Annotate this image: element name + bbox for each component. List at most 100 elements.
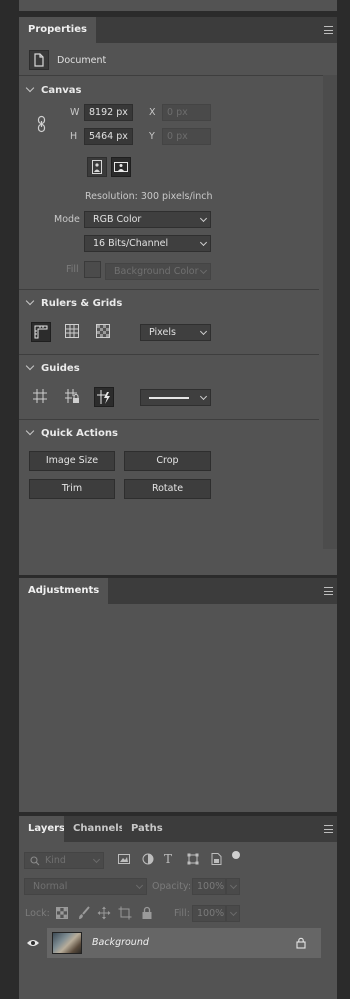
opacity-label: Opacity: (152, 881, 192, 892)
x-label: X (149, 107, 156, 118)
lock-pixels-brush-icon[interactable] (77, 906, 91, 920)
rulers-grids-section-header[interactable]: Rulers & Grids (25, 296, 123, 309)
chevron-down-icon (199, 214, 208, 223)
properties-panel: Properties Document Canvas W 8192 px X 0… (19, 17, 337, 575)
x-field[interactable]: 0 px (162, 104, 211, 121)
layer-selection-highlight (47, 928, 321, 958)
rulers-icon[interactable] (31, 322, 51, 342)
blend-mode-value: Normal (33, 881, 68, 892)
guides-title: Guides (41, 363, 80, 374)
top-panel-stub (19, 0, 337, 11)
fill-slider-toggle[interactable] (226, 905, 240, 922)
blend-mode-select[interactable]: Normal (24, 878, 147, 895)
tab-adjustments[interactable]: Adjustments (19, 578, 109, 604)
chevron-down-icon (25, 426, 35, 436)
guides-section-header[interactable]: Guides (25, 361, 80, 374)
chevron-down-icon (25, 83, 35, 93)
landscape-orientation-button[interactable] (111, 157, 131, 177)
adjustments-panel: Adjustments (19, 578, 337, 812)
ruler-units-value: Pixels (149, 327, 176, 338)
smart-object-filter-icon[interactable] (209, 852, 223, 866)
width-label: W (70, 107, 80, 118)
ruler-units-select[interactable]: Pixels (140, 324, 211, 341)
trim-button[interactable]: Trim (29, 479, 115, 499)
quick-actions-title: Quick Actions (41, 428, 118, 439)
type-layer-filter-icon[interactable]: T (164, 852, 172, 866)
smart-guides-icon[interactable] (94, 387, 114, 407)
fill-opacity-field[interactable]: 100% (192, 905, 226, 922)
fill-opacity-label: Fill: (174, 908, 190, 919)
divider (19, 354, 319, 355)
resolution-text: Resolution: 300 pixels/inch (85, 191, 213, 202)
opacity-slider-toggle[interactable] (226, 878, 240, 895)
document-row: Document (19, 43, 337, 73)
pixel-grid-icon[interactable] (94, 322, 114, 342)
lock-position-move-icon[interactable] (97, 906, 111, 920)
layers-tabbar: Layers Channels Paths (19, 816, 337, 842)
chevron-down-icon (199, 392, 208, 401)
y-label: Y (149, 131, 155, 142)
bit-depth-value: 16 Bits/Channel (93, 238, 169, 249)
chevron-down-icon (229, 908, 238, 917)
line-style-preview (149, 397, 189, 399)
quick-actions-section-header[interactable]: Quick Actions (25, 426, 118, 439)
layer-name[interactable]: Background (92, 937, 149, 948)
guide-style-select[interactable] (140, 389, 211, 406)
lock-artboard-icon[interactable] (118, 906, 132, 920)
fill-swatch[interactable] (84, 261, 101, 278)
fill-select[interactable]: Background Color (105, 263, 211, 280)
guides-icon[interactable] (31, 387, 51, 407)
crop-button[interactable]: Crop (124, 451, 211, 471)
portrait-orientation-button[interactable] (87, 157, 107, 177)
tab-properties[interactable]: Properties (19, 17, 96, 43)
mode-label: Mode (54, 214, 80, 225)
y-field[interactable]: 0 px (162, 128, 211, 145)
pixel-layer-filter-icon[interactable] (117, 852, 131, 866)
panel-menu-icon[interactable] (324, 825, 333, 833)
fill-value: Background Color (114, 266, 199, 277)
properties-tabbar: Properties (19, 17, 337, 43)
canvas-title: Canvas (41, 85, 82, 96)
adjustments-tabbar: Adjustments (19, 578, 337, 604)
search-icon (30, 856, 40, 866)
chevron-down-icon (135, 881, 144, 890)
chevron-down-icon (25, 361, 35, 371)
mode-select[interactable]: RGB Color (84, 211, 211, 228)
eye-visibility-icon[interactable] (26, 938, 40, 948)
link-dimensions-icon[interactable] (35, 115, 49, 133)
layer-row-background[interactable]: Background (19, 928, 337, 958)
adjustment-layer-filter-icon[interactable] (141, 852, 155, 866)
width-field[interactable]: 8192 px (84, 104, 133, 121)
divider (19, 419, 319, 420)
kind-filter-value: Kind (45, 855, 66, 866)
kind-filter-select[interactable]: Kind (24, 852, 104, 869)
opacity-field[interactable]: 100% (192, 878, 226, 895)
image-size-button[interactable]: Image Size (29, 451, 115, 471)
lock-guides-icon[interactable] (63, 387, 83, 407)
panel-menu-icon[interactable] (324, 26, 333, 34)
tab-paths[interactable]: Paths (122, 816, 172, 842)
chevron-down-icon (199, 238, 208, 247)
document-label: Document (57, 55, 107, 66)
fill-label: Fill (66, 264, 79, 275)
layer-lock-icon[interactable] (296, 937, 306, 949)
document-icon (29, 50, 49, 70)
rotate-button[interactable]: Rotate (124, 479, 211, 499)
divider (19, 75, 337, 76)
bit-depth-select[interactable]: 16 Bits/Channel (84, 235, 211, 252)
mode-value: RGB Color (93, 214, 142, 225)
properties-scrollbar[interactable] (323, 75, 337, 549)
rulers-grids-title: Rulers & Grids (41, 298, 123, 309)
lock-transparency-icon[interactable] (56, 907, 68, 919)
filter-toggle-icon[interactable] (232, 851, 240, 859)
divider (19, 289, 319, 290)
lock-all-icon[interactable] (141, 906, 153, 920)
layers-panel: Layers Channels Paths Kind T Normal Opac… (19, 816, 337, 999)
height-field[interactable]: 5464 px (84, 128, 133, 145)
panel-menu-icon[interactable] (324, 587, 333, 595)
lock-label: Lock: (25, 908, 50, 919)
chevron-down-icon (92, 855, 101, 864)
grid-icon[interactable] (63, 322, 83, 342)
canvas-section-header[interactable]: Canvas (25, 83, 82, 96)
shape-layer-filter-icon[interactable] (186, 852, 200, 866)
